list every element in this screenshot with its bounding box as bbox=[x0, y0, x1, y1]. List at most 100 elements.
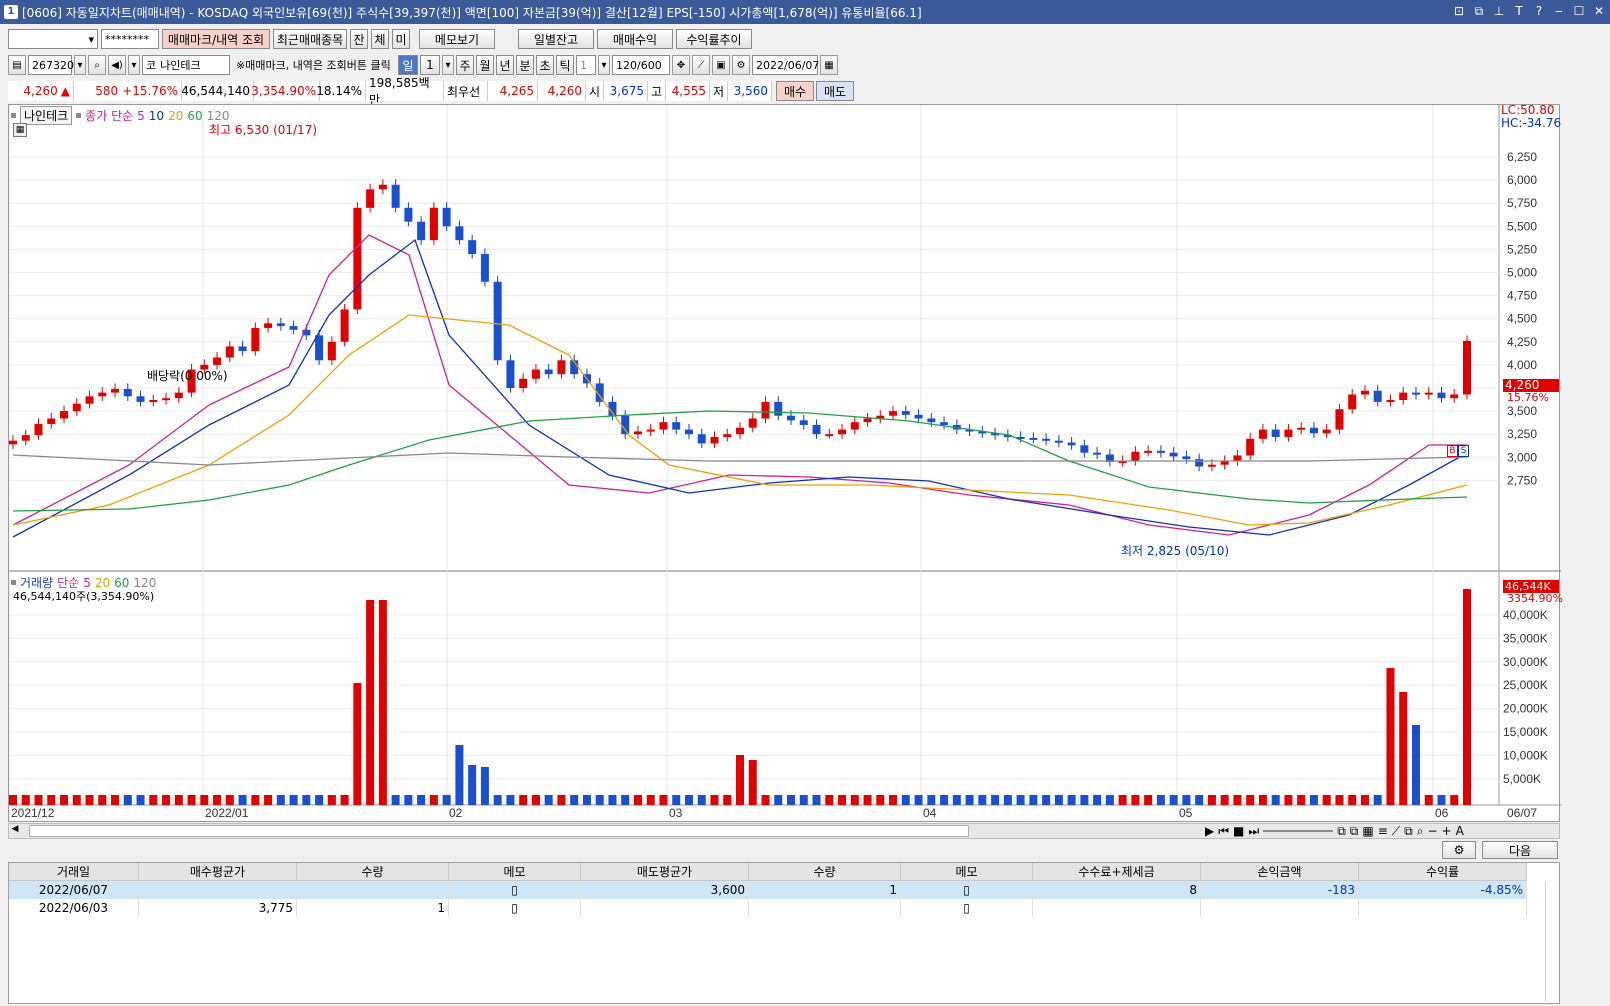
sell-button[interactable]: 매도 bbox=[816, 81, 854, 101]
chart-settings-icon[interactable]: ▤ bbox=[8, 55, 26, 75]
col-buy-memo[interactable]: 메모 bbox=[449, 863, 581, 881]
col-buy-qty[interactable]: 수량 bbox=[297, 863, 449, 881]
help-icon[interactable]: ? bbox=[1532, 3, 1546, 19]
save-icon[interactable]: ▣ bbox=[712, 55, 730, 75]
search-icon[interactable]: ⌕ bbox=[88, 55, 106, 75]
copy-chart-icon[interactable]: ⧉ bbox=[1404, 824, 1413, 839]
zoom-icon[interactable]: ⌕ bbox=[1417, 824, 1424, 839]
account-select[interactable]: ▾ bbox=[8, 29, 98, 49]
recent-trades-button[interactable]: 최근매매종목 bbox=[273, 29, 347, 49]
gear-icon[interactable]: ⚙ bbox=[732, 55, 750, 75]
volume-bar bbox=[1093, 795, 1102, 805]
minimize-icon[interactable]: ‒ bbox=[1552, 3, 1566, 19]
volume-bar bbox=[659, 795, 668, 805]
memo-icon[interactable]: ▯ bbox=[901, 881, 1033, 899]
split-icon[interactable]: ⧉ bbox=[1350, 824, 1359, 839]
chart-scrollbar[interactable]: ◀ ▶ ⏮ ■ ⏭ ⧉ ⧉ ▦ ≡ ⟋ ⧉ ⌕ − + A bbox=[8, 823, 1560, 839]
profit-trend-button[interactable]: 수익률추이 bbox=[676, 29, 752, 49]
close-icon[interactable]: ✕ bbox=[1592, 3, 1606, 19]
table-scrollbar[interactable] bbox=[1545, 881, 1555, 1001]
zoom-out-icon[interactable]: − bbox=[1427, 824, 1437, 838]
col-buy-avg[interactable]: 매수평균가 bbox=[139, 863, 297, 881]
period-minute[interactable]: 분 bbox=[516, 55, 534, 75]
table-row[interactable]: 2022/06/03 3,775 1 ▯ ▯ bbox=[9, 899, 1559, 917]
candlestick-chart[interactable]: 6,250 6,000 5,750 5,500 5,250 5,000 4,750 4,500… bbox=[8, 105, 1561, 823]
scroll-right-icon[interactable]: ▶ bbox=[1205, 824, 1214, 838]
calculator-icon[interactable]: ▦ bbox=[13, 123, 27, 137]
col-return[interactable]: 수익률 bbox=[1359, 863, 1527, 881]
stock-name: 나인테크 bbox=[160, 59, 201, 72]
first-page-icon[interactable]: ⏮ bbox=[1218, 824, 1229, 839]
candle-body bbox=[378, 184, 387, 190]
interval-dropdown-icon[interactable]: ▾ bbox=[598, 55, 610, 75]
memo-view-button[interactable]: 메모보기 bbox=[419, 29, 495, 49]
col-pnl[interactable]: 손익금액 bbox=[1201, 863, 1359, 881]
filled-toggle[interactable]: 체 bbox=[371, 29, 389, 49]
count-input[interactable]: 120/600 bbox=[612, 55, 670, 75]
balance-toggle[interactable]: 잔 bbox=[350, 29, 368, 49]
buy-mark[interactable]: B bbox=[1447, 445, 1458, 457]
memo-icon[interactable]: ▯ bbox=[449, 881, 581, 899]
legend-stock-name[interactable]: 나인테크 bbox=[20, 106, 73, 125]
speaker-dropdown-icon[interactable]: ▾ bbox=[128, 55, 140, 75]
col-fee[interactable]: 수수료+제세금 bbox=[1033, 863, 1201, 881]
link-icon[interactable]: ⊡ bbox=[1452, 3, 1466, 19]
legend-square-icon bbox=[11, 580, 16, 585]
stop-icon[interactable]: ■ bbox=[1233, 824, 1244, 838]
volume-bar bbox=[1029, 795, 1038, 805]
period-tick[interactable]: 틱 bbox=[556, 55, 574, 75]
next-button[interactable]: 다음 bbox=[1482, 841, 1558, 859]
col-date[interactable]: 거래일 bbox=[9, 863, 139, 881]
code-dropdown-icon[interactable]: ▾ bbox=[74, 55, 86, 75]
legend-ma10: 10 bbox=[148, 108, 165, 123]
table-row[interactable]: 2022/06/07 ▯ 3,600 1 ▯ 8 -183 -4.85% bbox=[9, 881, 1559, 899]
sell-mark[interactable]: S bbox=[1458, 445, 1469, 457]
speaker-icon[interactable]: ◀) bbox=[108, 55, 126, 75]
period-week[interactable]: 주 bbox=[456, 55, 474, 75]
calendar-icon[interactable]: ▦ bbox=[820, 55, 838, 75]
interval-input[interactable]: 1 bbox=[576, 55, 596, 75]
candle-body bbox=[672, 422, 681, 430]
unfilled-toggle[interactable]: 미 bbox=[392, 29, 410, 49]
chart-area[interactable]: 6,250 6,000 5,750 5,500 5,250 5,000 4,750 4,500… bbox=[8, 103, 1563, 823]
trendline-icon[interactable]: ⟋ bbox=[692, 55, 710, 75]
font-icon[interactable]: T bbox=[1512, 3, 1526, 19]
maximize-icon[interactable]: ☐ bbox=[1572, 3, 1586, 19]
daily-balance-button[interactable]: 일별잔고 bbox=[518, 29, 594, 49]
period-month[interactable]: 월 bbox=[476, 55, 494, 75]
candle-body bbox=[225, 346, 234, 358]
trade-profit-button[interactable]: 매매수익 bbox=[597, 29, 673, 49]
layout-icon[interactable]: ⧉ bbox=[1337, 824, 1346, 839]
font-size-icon[interactable]: A bbox=[1456, 824, 1464, 838]
draw-icon[interactable]: ⟋ bbox=[1392, 824, 1400, 839]
zoom-slider[interactable] bbox=[1263, 830, 1334, 832]
stock-code-input[interactable]: 267320 bbox=[28, 55, 74, 75]
stock-name-field[interactable]: 코 나인테크 bbox=[142, 55, 230, 75]
grid-icon[interactable]: ▦ bbox=[1362, 824, 1373, 838]
scroll-left-icon[interactable]: ◀ bbox=[9, 824, 21, 838]
period-day-count[interactable]: 1 bbox=[420, 55, 440, 75]
list-icon[interactable]: ≡ bbox=[1378, 824, 1388, 838]
zoom-in-icon[interactable]: + bbox=[1442, 824, 1452, 838]
buy-button[interactable]: 매수 bbox=[776, 81, 814, 101]
period-dropdown-icon[interactable]: ▾ bbox=[442, 55, 454, 75]
scroll-thumb[interactable] bbox=[29, 825, 969, 837]
period-second[interactable]: 초 bbox=[536, 55, 554, 75]
col-sell-memo[interactable]: 메모 bbox=[901, 863, 1033, 881]
crosshair-icon[interactable]: ✥ bbox=[672, 55, 690, 75]
table-settings-button[interactable]: ⚙ bbox=[1442, 841, 1476, 859]
period-year[interactable]: 년 bbox=[496, 55, 514, 75]
last-page-icon[interactable]: ⏭ bbox=[1248, 824, 1259, 839]
period-day[interactable]: 일 bbox=[398, 55, 418, 75]
password-field[interactable]: ******** bbox=[101, 29, 159, 49]
col-sell-qty[interactable]: 수량 bbox=[749, 863, 901, 881]
volume-bar bbox=[123, 795, 132, 805]
col-sell-avg[interactable]: 매도평균가 bbox=[581, 863, 749, 881]
volume-bar bbox=[646, 795, 655, 805]
pin-icon[interactable]: ⊥ bbox=[1492, 3, 1506, 19]
memo-icon[interactable]: ▯ bbox=[901, 899, 1033, 917]
memo-icon[interactable]: ▯ bbox=[449, 899, 581, 917]
mark-query-button[interactable]: 매매마크/내역 조회 bbox=[162, 29, 270, 49]
copy-icon[interactable]: ⧉ bbox=[1472, 3, 1486, 19]
date-input[interactable]: 2022/06/07 bbox=[752, 55, 819, 75]
